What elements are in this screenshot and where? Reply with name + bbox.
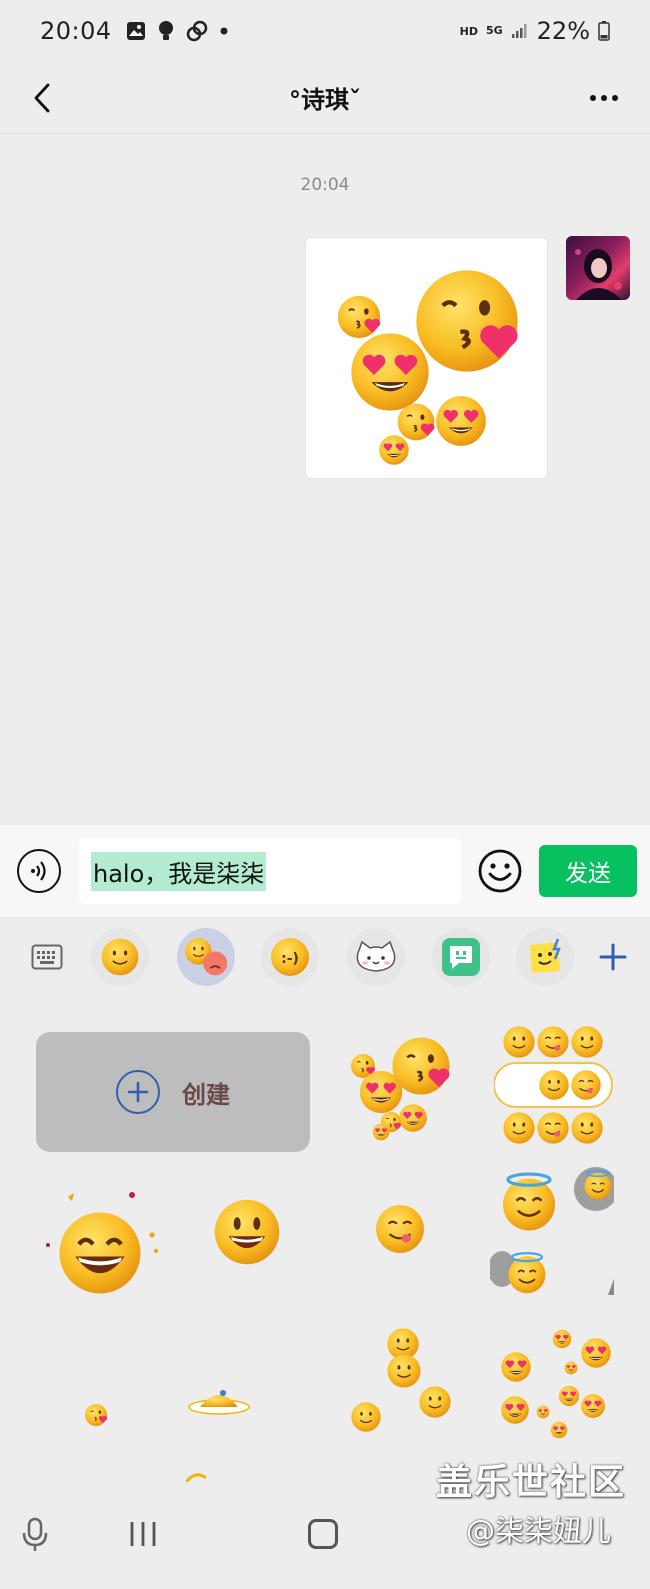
avatar-image	[575, 249, 622, 300]
sticker-image	[493, 1025, 613, 1145]
emoji-icon	[478, 849, 522, 893]
watermark-author: @柒柒妞儿	[466, 1514, 612, 1548]
mood-emoji-icon	[184, 937, 228, 976]
more-button[interactable]	[584, 80, 624, 116]
svg-text::-): :-)	[281, 951, 299, 967]
voice-button[interactable]	[17, 849, 61, 893]
avatar[interactable]	[566, 236, 630, 300]
sticker-image	[184, 1473, 207, 1483]
microphone-icon[interactable]	[20, 1517, 50, 1553]
sticker-smiley-grid[interactable]	[493, 1021, 614, 1151]
tab-chat-bot-sticker[interactable]	[432, 928, 490, 986]
dot-icon	[220, 27, 228, 35]
card-sticker-icon	[530, 938, 561, 973]
status-system-icons: HD 5G 22%	[460, 17, 610, 45]
tab-cat-sticker[interactable]	[347, 928, 405, 986]
status-notification-icons	[126, 20, 228, 42]
more-icon	[590, 95, 596, 101]
chat-header: °诗琪ˇ	[0, 62, 650, 134]
sticker-image	[500, 1327, 614, 1445]
sticker-small-kiss[interactable]	[84, 1403, 108, 1431]
sticker-image	[350, 1027, 460, 1147]
sticker-image	[188, 1390, 250, 1415]
sticker-floating-hearteyes[interactable]	[500, 1327, 614, 1449]
sticker-rolling-faces[interactable]	[346, 1327, 458, 1439]
network-5g-indicator: 5G	[485, 24, 503, 37]
status-time: 20:04	[40, 17, 112, 45]
sticker-grid[interactable]: 创建	[0, 997, 650, 1497]
create-sticker-button[interactable]: 创建	[36, 1032, 310, 1152]
sticker-partial[interactable]	[184, 1467, 207, 1486]
status-bar: 20:04 HD 5G 22%	[0, 0, 650, 62]
plus-circle-icon	[116, 1070, 160, 1114]
add-sticker-button[interactable]	[584, 928, 642, 986]
back-arrow-icon	[34, 83, 50, 113]
tab-mood-emoji[interactable]	[177, 928, 235, 986]
message-input[interactable]: halo，我是柒柒	[79, 838, 461, 904]
sticker-laugh-confetti[interactable]	[40, 1187, 164, 1307]
back-button[interactable]	[22, 78, 62, 118]
image-icon	[126, 22, 145, 40]
tab-smile-emoji[interactable]	[91, 928, 149, 986]
sticker-kiss-love[interactable]	[350, 1027, 460, 1151]
smile-emoji-icon	[100, 937, 140, 977]
bulb-icon	[158, 21, 173, 40]
chat-bot-icon	[442, 938, 480, 976]
message-timestamp: 20:04	[300, 175, 350, 195]
add-icon	[599, 943, 627, 971]
sticker-image	[306, 238, 548, 479]
tab-text-emoticon[interactable]: :-)	[261, 928, 319, 986]
sticker-image	[84, 1403, 108, 1427]
message-list[interactable]: 20:04	[0, 135, 650, 825]
sticker-image	[488, 1167, 618, 1295]
sticker-image	[375, 1204, 425, 1254]
tab-keyboard[interactable]	[18, 928, 76, 986]
chat-title: °诗琪ˇ	[289, 86, 361, 114]
sticker-grin[interactable]	[212, 1197, 282, 1271]
watermark-title: 盖乐世社区	[436, 1462, 627, 1503]
recent-apps-icon[interactable]	[128, 1519, 158, 1549]
send-button[interactable]: 发送	[539, 845, 637, 897]
sticker-image	[350, 1327, 452, 1433]
sticker-yum[interactable]	[374, 1203, 426, 1259]
create-label: 创建	[182, 1080, 230, 1109]
home-button-icon[interactable]	[308, 1519, 338, 1549]
voice-icon	[31, 861, 46, 881]
sticker-flat-face[interactable]	[186, 1387, 252, 1421]
keyboard-icon	[31, 944, 63, 970]
link-icon	[186, 20, 207, 42]
battery-icon	[598, 21, 610, 41]
sticker-halo[interactable]	[488, 1167, 618, 1299]
signal-icon	[511, 24, 527, 38]
emoji-button[interactable]	[478, 849, 522, 893]
cat-icon	[356, 940, 396, 972]
message-input-text: halo，我是柒柒	[91, 851, 267, 891]
input-bar: halo，我是柒柒 发送	[0, 825, 650, 917]
sticker-image	[214, 1199, 280, 1265]
sticker-message[interactable]	[305, 237, 548, 479]
sticker-image	[46, 1192, 158, 1303]
sticker-tabs: :-)	[0, 917, 650, 997]
battery-percent: 22%	[536, 17, 590, 45]
text-emoticon-icon: :-)	[271, 938, 309, 976]
tab-card-sticker[interactable]	[516, 928, 574, 986]
hd-indicator: HD	[459, 24, 478, 38]
